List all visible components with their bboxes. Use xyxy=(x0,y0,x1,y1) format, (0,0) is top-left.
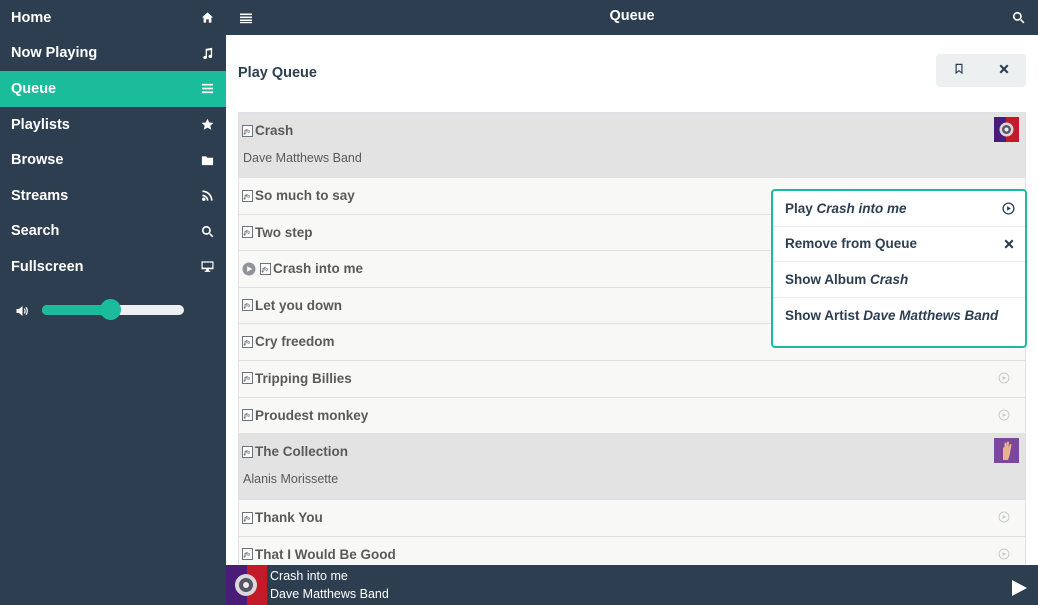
sidebar-item-search[interactable]: Search xyxy=(0,214,226,250)
track-row[interactable]: Thank You xyxy=(238,500,1026,537)
close-icon xyxy=(1004,239,1014,249)
sidebar-item-label: Playlists xyxy=(11,116,70,133)
menu-item-label: Play Crash into me xyxy=(785,201,907,216)
album-artist: Alanis Morissette xyxy=(243,472,339,487)
track-title: Thank You xyxy=(255,510,323,526)
sidebar-item-label: Fullscreen xyxy=(11,258,84,275)
sidebar-item-label: Browse xyxy=(11,152,64,169)
track-actions-icon[interactable] xyxy=(998,511,1010,523)
album-title: Crash xyxy=(255,123,294,138)
search-icon[interactable] xyxy=(1012,11,1025,24)
track-title: Crash into me xyxy=(273,261,364,277)
menu-item-prefix: Play xyxy=(785,200,817,216)
track-title: Let you down xyxy=(255,297,342,313)
folder-icon xyxy=(200,153,214,167)
search-icon xyxy=(200,224,214,238)
volume-icon[interactable] xyxy=(16,304,30,316)
now-playing-icon xyxy=(242,262,256,276)
sidebar-item-home[interactable]: Home xyxy=(0,0,226,36)
menu-item-prefix: Show Album xyxy=(785,271,870,287)
list-icon xyxy=(200,82,214,96)
audio-file-icon xyxy=(242,512,253,524)
track-row[interactable]: That I Would Be Good xyxy=(238,536,1026,565)
sidebar: Home Now Playing Queue Playlists Browse … xyxy=(0,0,226,605)
track-row[interactable]: Proudest monkey xyxy=(238,397,1026,435)
menu-item-prefix: Show Artist xyxy=(785,307,864,323)
menu-item-show-artist[interactable]: Show Artist Dave Matthews Band xyxy=(773,298,1025,334)
track-actions-icon[interactable] xyxy=(998,548,1010,560)
sidebar-item-label: Now Playing xyxy=(11,45,98,62)
track-title: That I Would Be Good xyxy=(255,546,396,562)
album-title: The Collection xyxy=(255,444,349,460)
menu-item-remove-from-queue[interactable]: Remove from Queue xyxy=(773,227,1025,262)
menu-item-label: Show Album Crash xyxy=(785,272,908,287)
track-title: Cry freedom xyxy=(255,334,335,350)
menu-item-label: Show Artist Dave Matthews Band xyxy=(785,308,998,323)
close-icon xyxy=(998,62,1010,80)
home-icon xyxy=(200,11,214,25)
album-artist: Dave Matthews Band xyxy=(243,151,362,165)
sidebar-item-now-playing[interactable]: Now Playing xyxy=(0,36,226,72)
sidebar-item-label: Streams xyxy=(11,187,69,204)
album-cover-crash xyxy=(994,117,1019,142)
volume-slider-thumb[interactable] xyxy=(99,299,121,320)
player-bar: Crash into me Dave Matthews Band xyxy=(226,565,1038,605)
play-button[interactable] xyxy=(1010,579,1028,597)
audio-file-icon xyxy=(242,446,253,458)
sidebar-item-browse[interactable]: Browse xyxy=(0,142,226,178)
track-actions-icon[interactable] xyxy=(998,409,1010,421)
audio-file-icon xyxy=(260,263,271,275)
queue-heading: Play Queue xyxy=(238,65,317,81)
music-icon xyxy=(200,46,214,60)
queue-actions xyxy=(936,54,1026,87)
audio-file-icon xyxy=(242,372,253,384)
play-icon xyxy=(1012,580,1027,596)
rss-icon xyxy=(200,189,214,203)
audio-file-icon xyxy=(242,409,253,421)
track-title: Two step xyxy=(255,224,313,240)
sidebar-item-streams[interactable]: Streams xyxy=(0,178,226,214)
volume-control xyxy=(0,296,226,324)
sidebar-item-label: Search xyxy=(11,223,60,240)
track-title: So much to say xyxy=(255,188,355,203)
audio-file-icon xyxy=(242,190,253,202)
menu-item-target: Dave Matthews Band xyxy=(863,307,999,323)
play-circle-icon xyxy=(1002,202,1015,215)
track-row[interactable]: Tripping Billies xyxy=(238,360,1026,398)
audio-file-icon xyxy=(242,299,253,311)
menu-item-play[interactable]: Play Crash into me xyxy=(773,191,1025,227)
sidebar-item-playlists[interactable]: Playlists xyxy=(0,107,226,143)
menu-item-show-album[interactable]: Show Album Crash xyxy=(773,262,1025,298)
page-title: Queue xyxy=(609,8,655,24)
audio-file-icon xyxy=(242,336,253,348)
track-title: Proudest monkey xyxy=(255,407,369,423)
now-playing-artist: Dave Matthews Band xyxy=(270,587,389,601)
audio-file-icon xyxy=(242,125,253,137)
audio-file-icon xyxy=(242,548,253,560)
menu-item-target: Crash xyxy=(870,271,909,287)
sidebar-item-fullscreen[interactable]: Fullscreen xyxy=(0,249,226,285)
star-icon xyxy=(200,118,214,132)
now-playing-title: Crash into me xyxy=(270,569,348,583)
menu-item-label: Remove from Queue xyxy=(785,236,918,252)
album-cover-the-collection xyxy=(994,438,1019,464)
track-title: Tripping Billies xyxy=(255,370,352,386)
sidebar-item-label: Home xyxy=(11,9,52,26)
desktop-icon xyxy=(200,260,214,274)
track-actions-icon[interactable] xyxy=(998,372,1010,384)
bookmark-icon xyxy=(953,62,965,80)
save-queue-button[interactable] xyxy=(936,54,981,87)
sidebar-item-label: Queue xyxy=(11,80,57,97)
audio-file-icon xyxy=(242,226,253,238)
menu-item-target: Crash into me xyxy=(816,200,907,216)
top-bar: Queue xyxy=(226,0,1038,35)
album-header-row[interactable]: Crash Dave Matthews Band xyxy=(238,112,1026,178)
now-playing-cover[interactable] xyxy=(226,565,267,605)
sidebar-item-queue[interactable]: Queue xyxy=(0,71,226,107)
album-header-row[interactable]: The Collection Alanis Morissette xyxy=(238,434,1026,501)
clear-queue-button[interactable] xyxy=(981,54,1026,87)
track-context-menu: Play Crash into me Remove from Queue Sho… xyxy=(771,189,1027,348)
